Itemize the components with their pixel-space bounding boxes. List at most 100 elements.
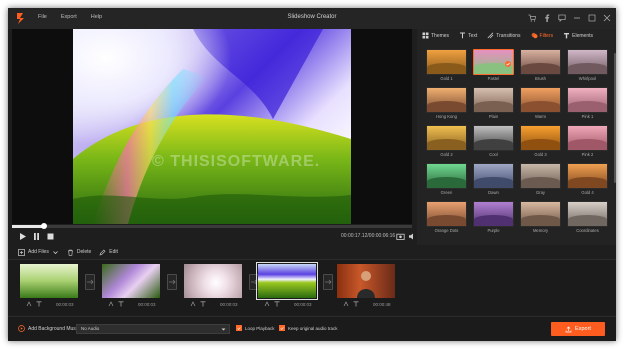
transition-slot[interactable]	[167, 274, 177, 290]
themes-icon	[422, 32, 429, 39]
edit-toolbar: Add Files Delete Edit	[12, 246, 412, 258]
clip-text-icon[interactable]	[274, 301, 280, 307]
tab-transitions[interactable]: Transitions	[482, 29, 525, 42]
filter-hong-kong[interactable]: Hong Kong	[426, 87, 467, 119]
keep-audio-checkbox[interactable]: Keep original audio track	[279, 325, 338, 331]
filter-warm[interactable]: Warm	[520, 87, 561, 119]
filter-label: Pink 2	[581, 152, 594, 157]
tab-themes[interactable]: Themes	[417, 29, 454, 42]
audio-select[interactable]: No Audio	[76, 324, 230, 334]
timeline-clip[interactable]: 00:00:03	[184, 264, 242, 307]
transition-slot[interactable]	[85, 274, 95, 290]
facebook-icon[interactable]	[542, 12, 552, 23]
filter-label: Purple	[487, 228, 500, 233]
filter-label: Gold 1	[440, 76, 453, 81]
close-icon[interactable]	[602, 12, 612, 23]
menu-export[interactable]: Export	[61, 14, 77, 20]
filter-purple[interactable]: Purple	[473, 201, 514, 233]
title-bar: File Export Help Slideshow Creator	[8, 8, 616, 29]
export-icon	[565, 326, 572, 332]
clip-text-icon[interactable]	[200, 301, 206, 307]
progress-handle[interactable]	[41, 223, 47, 229]
tab-elements[interactable]: Elements	[558, 29, 598, 42]
menu-file[interactable]: File	[38, 14, 47, 20]
clip-text-icon[interactable]	[353, 301, 359, 307]
filter-pastel[interactable]: Pastel	[473, 49, 514, 81]
keep-audio-label: Keep original audio track	[288, 325, 338, 331]
delete-button[interactable]: Delete	[67, 249, 91, 256]
maximize-icon[interactable]	[587, 12, 597, 23]
filter-dawn[interactable]: Dawn	[473, 163, 514, 195]
tab-filters[interactable]: Filters	[526, 29, 559, 42]
filter-cool[interactable]: Cool	[473, 125, 514, 157]
tab-text[interactable]: Text	[454, 29, 482, 42]
effects-panel: Themes Text Transitions Filters Elements Gol…	[417, 29, 616, 245]
transition-slot[interactable]	[323, 274, 333, 290]
add-files-button[interactable]: Add Files	[18, 248, 59, 256]
filter-thumbnail	[473, 125, 514, 151]
timeline-clip[interactable]: 00:00:03	[20, 264, 78, 307]
thumbnail-hill	[521, 139, 560, 150]
filter-whirlpool[interactable]: Whirlpool	[567, 49, 608, 81]
export-button[interactable]: Export	[551, 322, 605, 336]
checkbox-checked[interactable]	[279, 325, 285, 331]
filter-orange-dots[interactable]: Orange Dots	[426, 201, 467, 233]
clip-meta: 00:00:48	[337, 301, 401, 309]
tab-label: Themes	[431, 32, 450, 39]
filter-thumbnail	[473, 49, 514, 75]
thumbnail-hill	[427, 139, 466, 150]
minimize-icon[interactable]	[572, 12, 582, 23]
stop-icon[interactable]	[46, 232, 55, 241]
clip-audio-icon[interactable]	[343, 301, 349, 307]
clip-thumbnail	[20, 264, 78, 298]
filter-label: Whirlpool	[578, 76, 597, 81]
app-window: File Export Help Slideshow Creator © THI…	[8, 8, 616, 341]
filter-gray[interactable]: Gray	[520, 163, 561, 195]
clip-audio-icon[interactable]	[190, 301, 196, 307]
filter-gold-3[interactable]: Gold 3	[520, 125, 561, 157]
filter-coordinates[interactable]: Coordinates	[567, 201, 608, 233]
checkbox-checked[interactable]	[236, 325, 242, 331]
bottom-bar: Add Background Music: No Audio Loop Play…	[8, 316, 616, 341]
filter-green[interactable]: Green	[426, 163, 467, 195]
filter-gold-4[interactable]: Gold 4	[567, 163, 608, 195]
snapshot-icon[interactable]	[396, 232, 405, 241]
feedback-icon[interactable]	[557, 12, 567, 23]
clip-duration: 00:00:03	[294, 302, 312, 307]
clip-audio-icon[interactable]	[108, 301, 114, 307]
panel-scrollbar[interactable]	[614, 53, 616, 183]
chevron-down-icon	[53, 250, 58, 254]
timeline-clip[interactable]: 00:00:03	[102, 264, 160, 307]
timeline-clip[interactable]: 00:00:48	[337, 264, 395, 307]
menu-help[interactable]: Help	[91, 14, 102, 20]
filter-gold-1[interactable]: Gold 1	[426, 49, 467, 81]
play-icon[interactable]	[18, 232, 27, 241]
filter-plain[interactable]: Plain	[473, 87, 514, 119]
person-figure	[357, 271, 375, 298]
clip-text-icon[interactable]	[36, 301, 42, 307]
volume-icon[interactable]	[408, 232, 417, 241]
filter-brush[interactable]: Brush	[520, 49, 561, 81]
filter-memory[interactable]: Memory	[520, 201, 561, 233]
progress-slider[interactable]	[12, 223, 412, 229]
clip-text-icon[interactable]	[118, 301, 124, 307]
transitions-icon	[487, 32, 494, 39]
filter-gold-2[interactable]: Gold 2	[426, 125, 467, 157]
trash-icon	[67, 249, 73, 256]
music-icon	[18, 325, 25, 332]
pause-icon[interactable]	[32, 232, 41, 241]
timeline-clip[interactable]: 00:00:03	[256, 262, 318, 307]
tab-label: Text	[468, 32, 478, 39]
edit-button[interactable]: Edit	[99, 249, 118, 256]
filter-pink-1[interactable]: Pink 1	[567, 87, 608, 119]
filter-thumbnail	[473, 87, 514, 113]
app-logo-icon	[17, 13, 24, 24]
add-files-label: Add Files	[28, 249, 49, 255]
filter-pink-2[interactable]: Pink 2	[567, 125, 608, 157]
cart-icon[interactable]	[527, 12, 537, 23]
clip-audio-icon[interactable]	[264, 301, 270, 307]
loop-playback-checkbox[interactable]: Loop Playback	[236, 325, 275, 331]
transport-controls: 00:00:17.12/00:00:06:16	[12, 230, 413, 244]
clip-audio-icon[interactable]	[26, 301, 32, 307]
add-clip-placeholder[interactable]	[402, 272, 412, 292]
